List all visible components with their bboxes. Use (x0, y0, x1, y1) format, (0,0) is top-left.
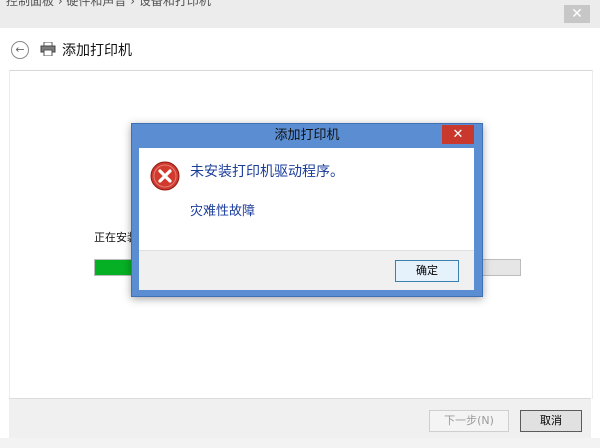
dialog-close-button[interactable]: ✕ (442, 125, 474, 144)
error-detail: 灾难性故障 (190, 204, 256, 219)
window-close-button[interactable]: ✕ (564, 5, 590, 23)
dialog-footer: 确定 (139, 250, 474, 290)
wizard-footer: 下一步(N) 取消 (9, 398, 591, 439)
error-message: 未安装打印机驱动程序。 (190, 164, 344, 180)
wizard-header: ← 添加打印机 (0, 28, 600, 70)
back-arrow-icon[interactable]: ← (11, 41, 29, 59)
ok-button[interactable]: 确定 (395, 260, 459, 282)
taskbar-strip (0, 438, 600, 448)
error-dialog: 添加打印机 ✕ 未安装打印机驱动程序。 灾难性故障 确定 (131, 123, 483, 297)
error-icon (150, 161, 180, 191)
breadcrumb[interactable]: 控制面板 › 硬件和声音 › 设备和打印机 (6, 0, 211, 9)
dialog-body: 未安装打印机驱动程序。 灾难性故障 确定 (139, 148, 474, 290)
cancel-button[interactable]: 取消 (520, 410, 582, 432)
page-title: 添加打印机 (62, 43, 132, 59)
dialog-title[interactable]: 添加打印机 (132, 124, 482, 148)
window-titlebar: 控制面板 › 硬件和声音 › 设备和打印机 ✕ (0, 0, 600, 28)
printer-icon (40, 42, 56, 56)
next-button[interactable]: 下一步(N) (429, 410, 509, 432)
